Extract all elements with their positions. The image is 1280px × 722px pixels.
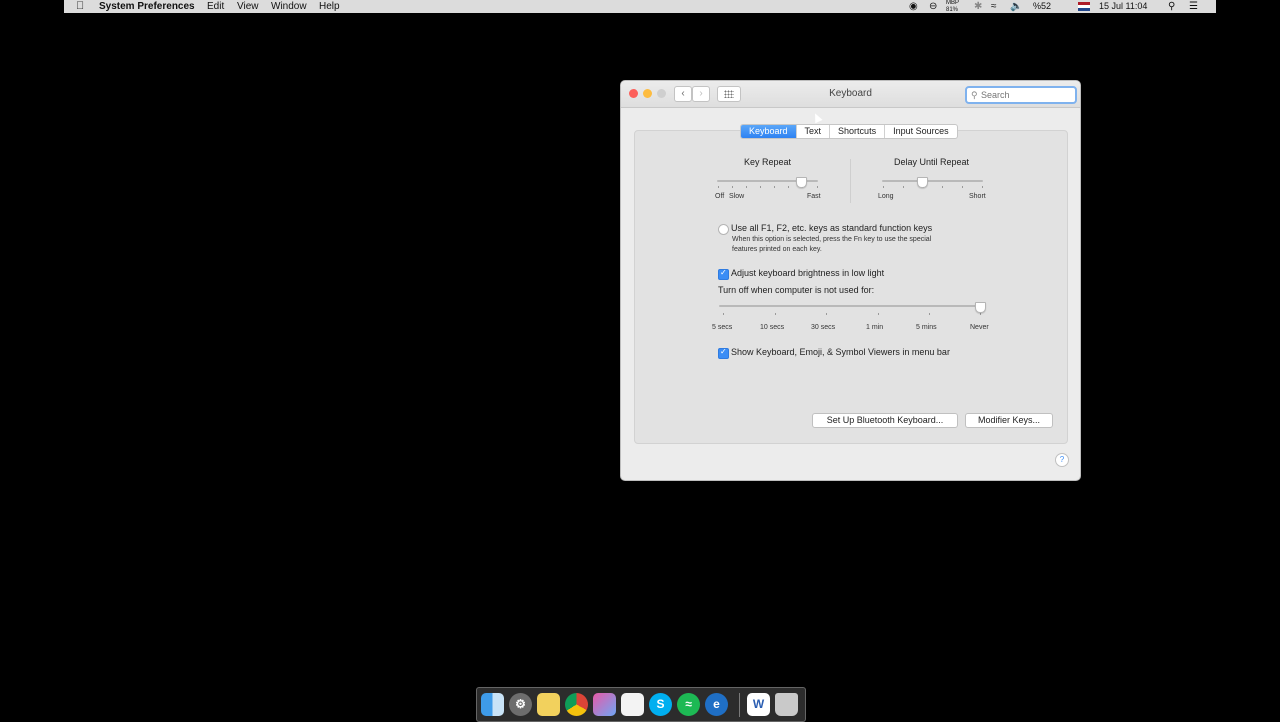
turn-off-slider[interactable] xyxy=(719,305,982,307)
brightness-checkbox[interactable] xyxy=(718,268,729,280)
flag-nl-icon[interactable] xyxy=(1078,2,1090,11)
bluetooth-icon[interactable]: ✱ xyxy=(974,0,982,13)
slider-divider xyxy=(850,159,851,203)
delay-until-repeat-title: Delay Until Repeat xyxy=(894,157,970,167)
turn-off-tick xyxy=(826,313,827,315)
tab-shortcuts[interactable]: Shortcuts xyxy=(830,125,886,138)
turn-off-tick xyxy=(723,313,724,315)
search-input[interactable] xyxy=(981,88,1069,102)
brightness-label[interactable]: Adjust keyboard brightness in low light xyxy=(731,268,884,278)
setup-bluetooth-keyboard-button[interactable]: Set Up Bluetooth Keyboard... xyxy=(812,413,958,428)
key-repeat-tick xyxy=(817,186,818,188)
fn-keys-description-1: When this option is selected, press the … xyxy=(732,236,932,243)
turn-off-tick xyxy=(929,313,930,315)
battery-indicator[interactable]: MBP 81% xyxy=(946,0,959,14)
notification-center-icon[interactable]: ☰ xyxy=(1189,0,1198,13)
title-bar[interactable]: ‹ › Keyboard ⚲ xyxy=(621,81,1080,108)
key-repeat-knob[interactable] xyxy=(795,177,807,188)
viewers-label[interactable]: Show Keyboard, Emoji, & Symbol Viewers i… xyxy=(731,347,950,357)
clock[interactable]: 15 Jul 11:04 xyxy=(1099,0,1147,13)
turn-off-tick xyxy=(980,313,981,315)
battery-top-label: MBP xyxy=(946,0,960,6)
key-repeat-tick xyxy=(746,186,747,188)
key-repeat-tick xyxy=(760,186,761,188)
key-repeat-tick xyxy=(718,186,719,188)
turn-off-knob[interactable] xyxy=(975,302,986,313)
fn-keys-checkbox[interactable] xyxy=(718,224,729,235)
turn-off-never: Never xyxy=(970,324,989,331)
wifi-percent[interactable]: %52 xyxy=(1033,0,1051,13)
delay-short-label: Short xyxy=(969,193,986,200)
tab-text[interactable]: Text xyxy=(797,125,831,138)
volume-icon[interactable]: 🔈 xyxy=(1010,0,1022,13)
word-icon[interactable]: W xyxy=(747,693,770,716)
notes-icon[interactable] xyxy=(537,693,560,716)
menu-view[interactable]: View xyxy=(237,0,259,13)
tab-bar: Keyboard Text Shortcuts Input Sources xyxy=(740,124,958,139)
delay-tick xyxy=(903,186,904,188)
key-repeat-off-label: Off xyxy=(715,193,725,200)
chrome-icon[interactable] xyxy=(565,693,588,716)
help-button[interactable]: ? xyxy=(1055,453,1069,467)
spotlight-icon[interactable]: ⚲ xyxy=(1168,0,1175,13)
wifi-icon[interactable]: ≈ xyxy=(991,0,997,13)
key-repeat-tick xyxy=(732,186,733,188)
record-icon[interactable]: ◉ xyxy=(909,0,918,13)
delay-tick xyxy=(942,186,943,188)
delay-long-label: Long xyxy=(878,193,894,200)
key-repeat-tick xyxy=(774,186,775,188)
turn-off-tick xyxy=(878,313,879,315)
delay-tick xyxy=(962,186,963,188)
menu-window[interactable]: Window xyxy=(271,0,307,13)
turn-off-30-secs: 30 secs xyxy=(811,324,836,331)
key-repeat-slow-label: Slow xyxy=(729,193,745,200)
turn-off-1-min: 1 min xyxy=(866,324,884,331)
battery-percent: 81% xyxy=(946,7,959,13)
turn-off-tick xyxy=(775,313,776,315)
modifier-keys-button[interactable]: Modifier Keys... xyxy=(965,413,1053,428)
key-repeat-tick xyxy=(788,186,789,188)
viewers-checkbox[interactable] xyxy=(718,347,729,359)
launchpad-icon[interactable] xyxy=(593,693,616,716)
search-field[interactable]: ⚲ xyxy=(965,86,1077,104)
finder-icon[interactable] xyxy=(481,693,504,716)
menu-help[interactable]: Help xyxy=(319,0,340,13)
delay-until-repeat-slider[interactable] xyxy=(882,180,983,182)
system-preferences-icon[interactable]: ⚙ xyxy=(509,693,532,716)
fn-keys-description-2: features printed on each key. xyxy=(732,246,822,253)
turn-off-5-mins: 5 mins xyxy=(916,324,937,331)
menu-edit[interactable]: Edit xyxy=(207,0,224,13)
textedit-icon[interactable] xyxy=(621,693,644,716)
spotify-icon[interactable]: ≈ xyxy=(677,693,700,716)
key-repeat-fast-label: Fast xyxy=(807,193,821,200)
key-repeat-title: Key Repeat xyxy=(744,157,792,167)
menu-app-name[interactable]: System Preferences xyxy=(99,0,195,13)
turn-off-label: Turn off when computer is not used for: xyxy=(718,285,875,295)
tab-input-sources[interactable]: Input Sources xyxy=(885,125,957,138)
dnd-icon[interactable]: ⊖ xyxy=(929,0,937,13)
menu-bar:  System Preferences Edit View Window He… xyxy=(64,0,1216,13)
dock: ⚙ S ≈ e W xyxy=(476,687,806,722)
apple-menu-icon[interactable]:  xyxy=(76,0,84,13)
delay-tick xyxy=(883,186,884,188)
delay-tick xyxy=(982,186,983,188)
turn-off-10-secs: 10 secs xyxy=(760,324,785,331)
trash-icon[interactable] xyxy=(775,693,798,716)
turn-off-5-secs: 5 secs xyxy=(712,324,733,331)
search-icon: ⚲ xyxy=(971,90,978,100)
skype-icon[interactable]: S xyxy=(649,693,672,716)
fn-keys-label[interactable]: Use all F1, F2, etc. keys as standard fu… xyxy=(731,223,932,233)
edge-icon[interactable]: e xyxy=(705,693,728,716)
dock-separator xyxy=(739,693,740,717)
keyboard-preferences-window: ‹ › Keyboard ⚲ Keyboard Text Shortcuts I… xyxy=(621,81,1080,480)
tab-keyboard[interactable]: Keyboard xyxy=(741,125,797,138)
